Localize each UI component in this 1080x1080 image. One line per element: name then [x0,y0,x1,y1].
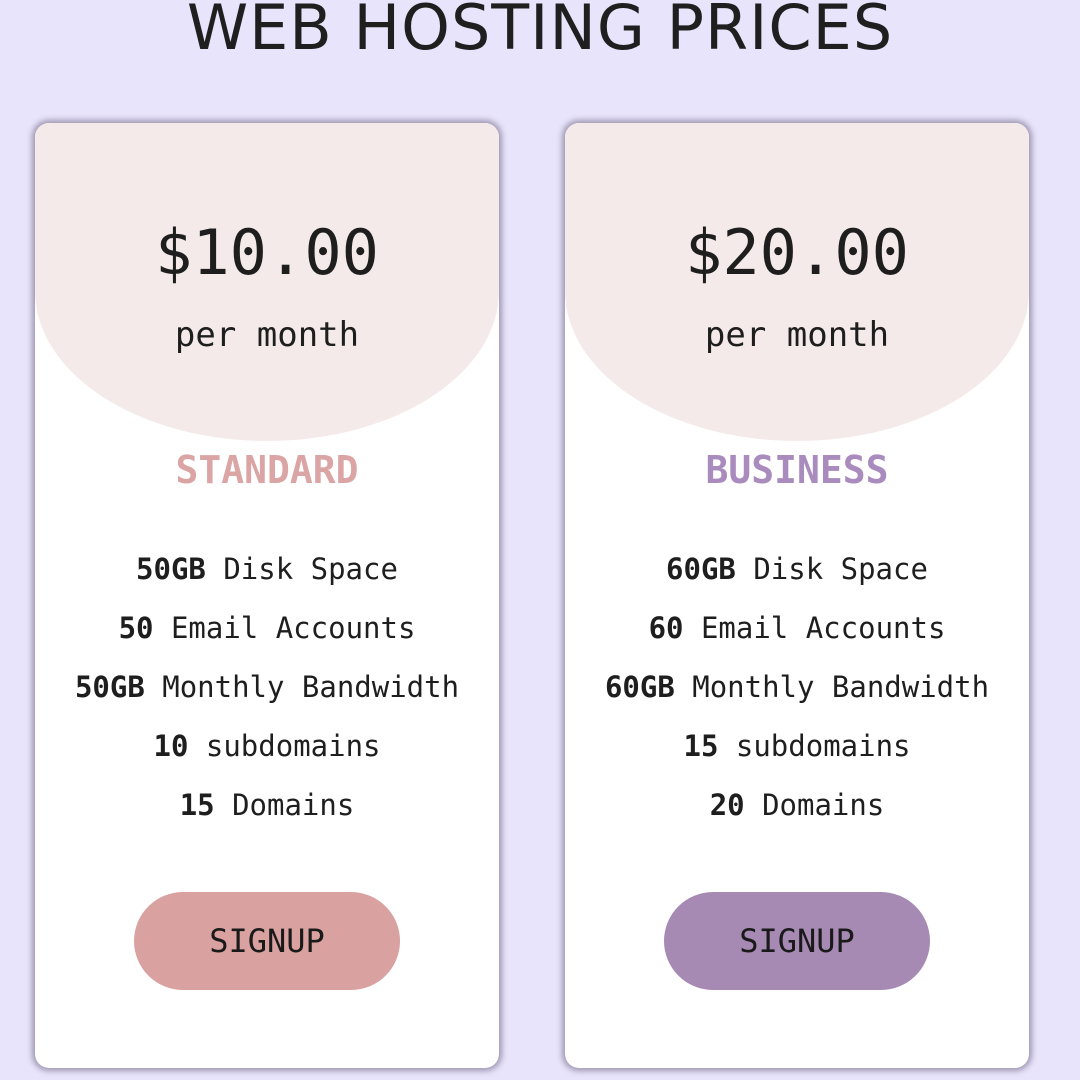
plan-name: STANDARD [175,448,359,492]
feature-amount: 60 [648,611,684,645]
plan-period: per month [704,315,890,355]
feature-list: 50GB Disk Space 50 Email Accounts 50GB M… [35,545,499,840]
feature-amount: 60GB [666,552,736,586]
plan-price: $10.00 [155,216,379,289]
feature-label: Disk Space [223,552,398,586]
feature-label: Monthly Bandwidth [162,670,460,704]
signup-button-business[interactable]: SIGNUP [664,892,930,990]
feature-email-accounts: 50 Email Accounts [35,604,499,663]
plan-name: BUSINESS [705,448,889,492]
pricing-card-business: $20.00 per month BUSINESS 60GB Disk Spac… [565,123,1029,1068]
feature-domains: 15 Domains [35,781,499,840]
feature-amount: 50GB [74,670,145,704]
page-title: WEB HOSTING PRICES [186,0,894,64]
feature-amount: 15 [683,729,719,763]
feature-label: Email Accounts [700,611,946,645]
feature-amount: 50GB [136,552,206,586]
feature-amount: 10 [153,729,189,763]
feature-subdomains: 10 subdomains [35,722,499,781]
feature-email-accounts: 60 Email Accounts [565,604,1029,663]
feature-label: subdomains [205,729,381,763]
feature-label: Domains [762,788,885,822]
feature-monthly-bandwidth: 50GB Monthly Bandwidth [35,663,499,722]
pricing-card-standard: $10.00 per month STANDARD 50GB Disk Spac… [35,123,499,1068]
feature-subdomains: 15 subdomains [565,722,1029,781]
feature-label: Domains [232,788,355,822]
feature-list: 60GB Disk Space 60 Email Accounts 60GB M… [565,545,1029,840]
feature-label: Disk Space [753,552,928,586]
feature-domains: 20 Domains [565,781,1029,840]
feature-label: Monthly Bandwidth [692,670,990,704]
feature-amount: 50 [118,611,154,645]
signup-button-standard[interactable]: SIGNUP [134,892,400,990]
feature-monthly-bandwidth: 60GB Monthly Bandwidth [565,663,1029,722]
feature-label: Email Accounts [170,611,416,645]
feature-label: subdomains [735,729,911,763]
feature-amount: 60GB [604,670,675,704]
plan-period: per month [174,315,360,355]
feature-disk-space: 50GB Disk Space [35,545,499,604]
feature-disk-space: 60GB Disk Space [565,545,1029,604]
feature-amount: 15 [179,788,215,822]
feature-amount: 20 [709,788,745,822]
plan-price: $20.00 [685,216,909,289]
